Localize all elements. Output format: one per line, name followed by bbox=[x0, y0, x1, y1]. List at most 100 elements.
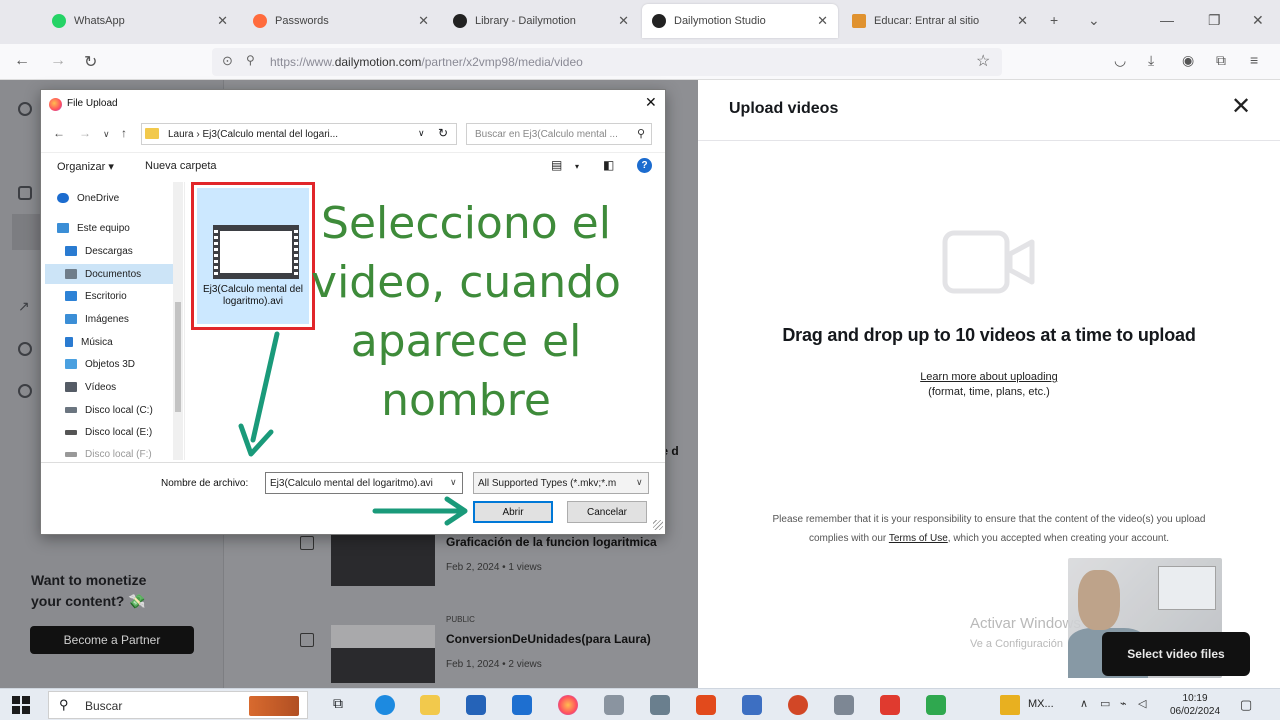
learn-more-line-2[interactable]: (format, time, plans, etc.) bbox=[928, 386, 1050, 398]
view-options-icon[interactable]: ▤ bbox=[551, 158, 562, 172]
tab-dailymotion-studio[interactable]: Dailymotion Studio ✕ bbox=[642, 4, 838, 38]
chevron-down-icon[interactable]: ∨ bbox=[636, 477, 792, 488]
network-icon[interactable]: ⌁ bbox=[1120, 697, 1127, 710]
bookmark-star-icon[interactable]: ☆ bbox=[976, 51, 990, 71]
video-row[interactable]: Graficación de la funcion logaritmica Fe… bbox=[300, 528, 698, 602]
terms-of-use-link[interactable]: Terms of Use bbox=[889, 533, 948, 544]
close-icon[interactable]: ✕ bbox=[418, 13, 429, 29]
minimize-icon[interactable]: — bbox=[1160, 12, 1174, 28]
mail-icon[interactable] bbox=[512, 695, 532, 715]
video-thumbnail[interactable] bbox=[331, 625, 435, 683]
filetype-select[interactable]: All Supported Types (*.mkv;*.m ∨ bbox=[473, 472, 649, 494]
video-thumbnail[interactable] bbox=[331, 528, 435, 586]
navigation-scrollbar[interactable] bbox=[173, 182, 183, 460]
chevron-down-icon[interactable]: ∨ bbox=[418, 128, 425, 139]
close-icon[interactable]: ✕ bbox=[618, 13, 629, 29]
list-tabs-icon[interactable]: ⌄ bbox=[1088, 12, 1100, 29]
learn-more-link[interactable]: Learn more about uploading (format, time… bbox=[698, 370, 1280, 400]
analytics-icon[interactable]: ↗ bbox=[18, 298, 30, 315]
taskbar-search-input[interactable]: ⚲ Buscar bbox=[48, 691, 308, 719]
close-icon[interactable]: ✕ bbox=[217, 13, 228, 29]
video-title[interactable]: Graficación de la funcion logaritmica bbox=[446, 535, 657, 549]
address-bar[interactable]: ⊙ ⚲ https://www.dailymotion.com/partner/… bbox=[212, 48, 1002, 76]
store-icon[interactable] bbox=[466, 695, 486, 715]
select-video-files-button[interactable]: Select video files bbox=[1102, 632, 1250, 676]
reload-icon[interactable]: ↻ bbox=[84, 52, 97, 72]
dailymotion-logo-icon[interactable] bbox=[18, 102, 32, 116]
close-icon[interactable]: ✕ bbox=[1017, 13, 1028, 29]
cancel-button[interactable]: Cancelar bbox=[567, 501, 647, 523]
recent-locations-icon[interactable]: ∨ bbox=[103, 129, 110, 140]
video-checkbox[interactable] bbox=[300, 633, 314, 647]
video-title[interactable]: ConversionDeUnidades(para Laura) bbox=[446, 632, 651, 646]
back-icon[interactable]: ← bbox=[53, 126, 65, 140]
nav-item-drive-c[interactable]: Disco local (C:) bbox=[65, 400, 184, 420]
firefox-icon[interactable] bbox=[558, 695, 578, 715]
account-icon[interactable]: ◉ bbox=[1182, 52, 1194, 69]
powerpoint-icon[interactable] bbox=[788, 695, 808, 715]
volume-icon[interactable]: ◁ bbox=[1138, 697, 1146, 710]
windows-start-icon[interactable] bbox=[12, 696, 30, 714]
nav-item-this-pc[interactable]: Este equipo bbox=[57, 218, 184, 238]
forward-icon[interactable]: → bbox=[50, 52, 66, 70]
notifications-icon[interactable]: ▢ bbox=[1240, 697, 1252, 713]
close-icon[interactable]: ✕ bbox=[1231, 92, 1251, 121]
app-icon[interactable] bbox=[604, 695, 624, 715]
permissions-icon[interactable]: ⚲ bbox=[246, 53, 255, 67]
nav-item-videos[interactable]: Vídeos bbox=[65, 377, 184, 397]
info-icon[interactable] bbox=[18, 342, 32, 356]
home-icon[interactable] bbox=[18, 186, 32, 200]
extensions-icon[interactable]: ⧉ bbox=[1216, 52, 1226, 69]
brave-icon[interactable] bbox=[696, 695, 716, 715]
scrollbar-thumb[interactable] bbox=[175, 302, 181, 412]
organize-button[interactable]: Organizar ▾ bbox=[57, 160, 114, 173]
open-button[interactable]: Abrir bbox=[473, 501, 553, 523]
tab-whatsapp[interactable]: WhatsApp ✕ bbox=[42, 4, 238, 38]
menu-icon[interactable]: ≡ bbox=[1250, 52, 1258, 68]
restore-icon[interactable]: ❐ bbox=[1208, 12, 1221, 29]
preview-pane-icon[interactable]: ◧ bbox=[603, 158, 614, 172]
app-icon[interactable] bbox=[742, 695, 762, 715]
resize-grip[interactable] bbox=[653, 520, 663, 530]
chevron-down-icon[interactable]: ▾ bbox=[575, 162, 579, 171]
file-explorer-icon[interactable] bbox=[420, 695, 440, 715]
monetization-icon[interactable] bbox=[18, 384, 32, 398]
close-icon[interactable]: ✕ bbox=[645, 94, 657, 111]
help-icon[interactable]: ? bbox=[637, 158, 652, 173]
tab-passwords[interactable]: Passwords ✕ bbox=[243, 4, 439, 38]
new-folder-button[interactable]: Nueva carpeta bbox=[145, 160, 217, 172]
new-tab-icon[interactable]: + bbox=[1050, 12, 1058, 28]
up-folder-icon[interactable]: ↑ bbox=[121, 126, 127, 140]
nav-item-onedrive[interactable]: OneDrive bbox=[57, 188, 184, 208]
camtasia-recorder-icon[interactable] bbox=[926, 695, 946, 715]
camtasia-icon[interactable] bbox=[880, 695, 900, 715]
nav-item-documents[interactable]: Documentos bbox=[45, 264, 173, 284]
video-checkbox[interactable] bbox=[300, 536, 314, 550]
site-info-icon[interactable]: ⊙ bbox=[222, 53, 233, 69]
nav-item-3d-objects[interactable]: Objetos 3D bbox=[65, 354, 184, 374]
taskbar-clock[interactable]: 10:19 06/02/2024 bbox=[1170, 692, 1220, 718]
nav-item-music[interactable]: Música bbox=[65, 332, 184, 352]
folder-search-input[interactable]: Buscar en Ej3(Calculo mental ... ⚲ bbox=[466, 123, 652, 145]
app-icon[interactable] bbox=[650, 695, 670, 715]
nav-item-desktop[interactable]: Escritorio bbox=[65, 286, 184, 306]
refresh-icon[interactable]: ↻ bbox=[438, 126, 448, 140]
task-view-icon[interactable]: ⧉ bbox=[328, 695, 348, 715]
nav-item-drive-f[interactable]: Disco local (F:) bbox=[65, 444, 184, 460]
filename-input[interactable]: Ej3(Calculo mental del logaritmo).avi ∨ bbox=[265, 472, 463, 494]
app-icon[interactable] bbox=[834, 695, 854, 715]
path-bar[interactable]: Laura › Ej3(Calculo mental del logari...… bbox=[141, 123, 457, 145]
forward-icon[interactable]: → bbox=[79, 126, 91, 140]
video-file-item[interactable]: Ej3(Calculo mental del logaritmo).avi bbox=[197, 188, 309, 324]
tray-chevron-up-icon[interactable]: ∧ bbox=[1080, 697, 1088, 710]
weather-icon[interactable] bbox=[1000, 695, 1020, 715]
downloads-icon[interactable]: ⤓ bbox=[1148, 52, 1154, 69]
tab-library-dailymotion[interactable]: Library - Dailymotion ✕ bbox=[443, 4, 639, 38]
nav-item-pictures[interactable]: Imágenes bbox=[65, 309, 184, 329]
tab-educar[interactable]: Educar: Entrar al sitio ✕ bbox=[842, 4, 1038, 38]
nav-item-downloads[interactable]: Descargas bbox=[65, 241, 184, 261]
learn-more-line-1[interactable]: Learn more about uploading bbox=[920, 371, 1058, 383]
window-close-icon[interactable]: ✕ bbox=[1252, 12, 1264, 29]
edge-icon[interactable] bbox=[375, 695, 395, 715]
battery-icon[interactable]: ▭ bbox=[1100, 697, 1110, 710]
